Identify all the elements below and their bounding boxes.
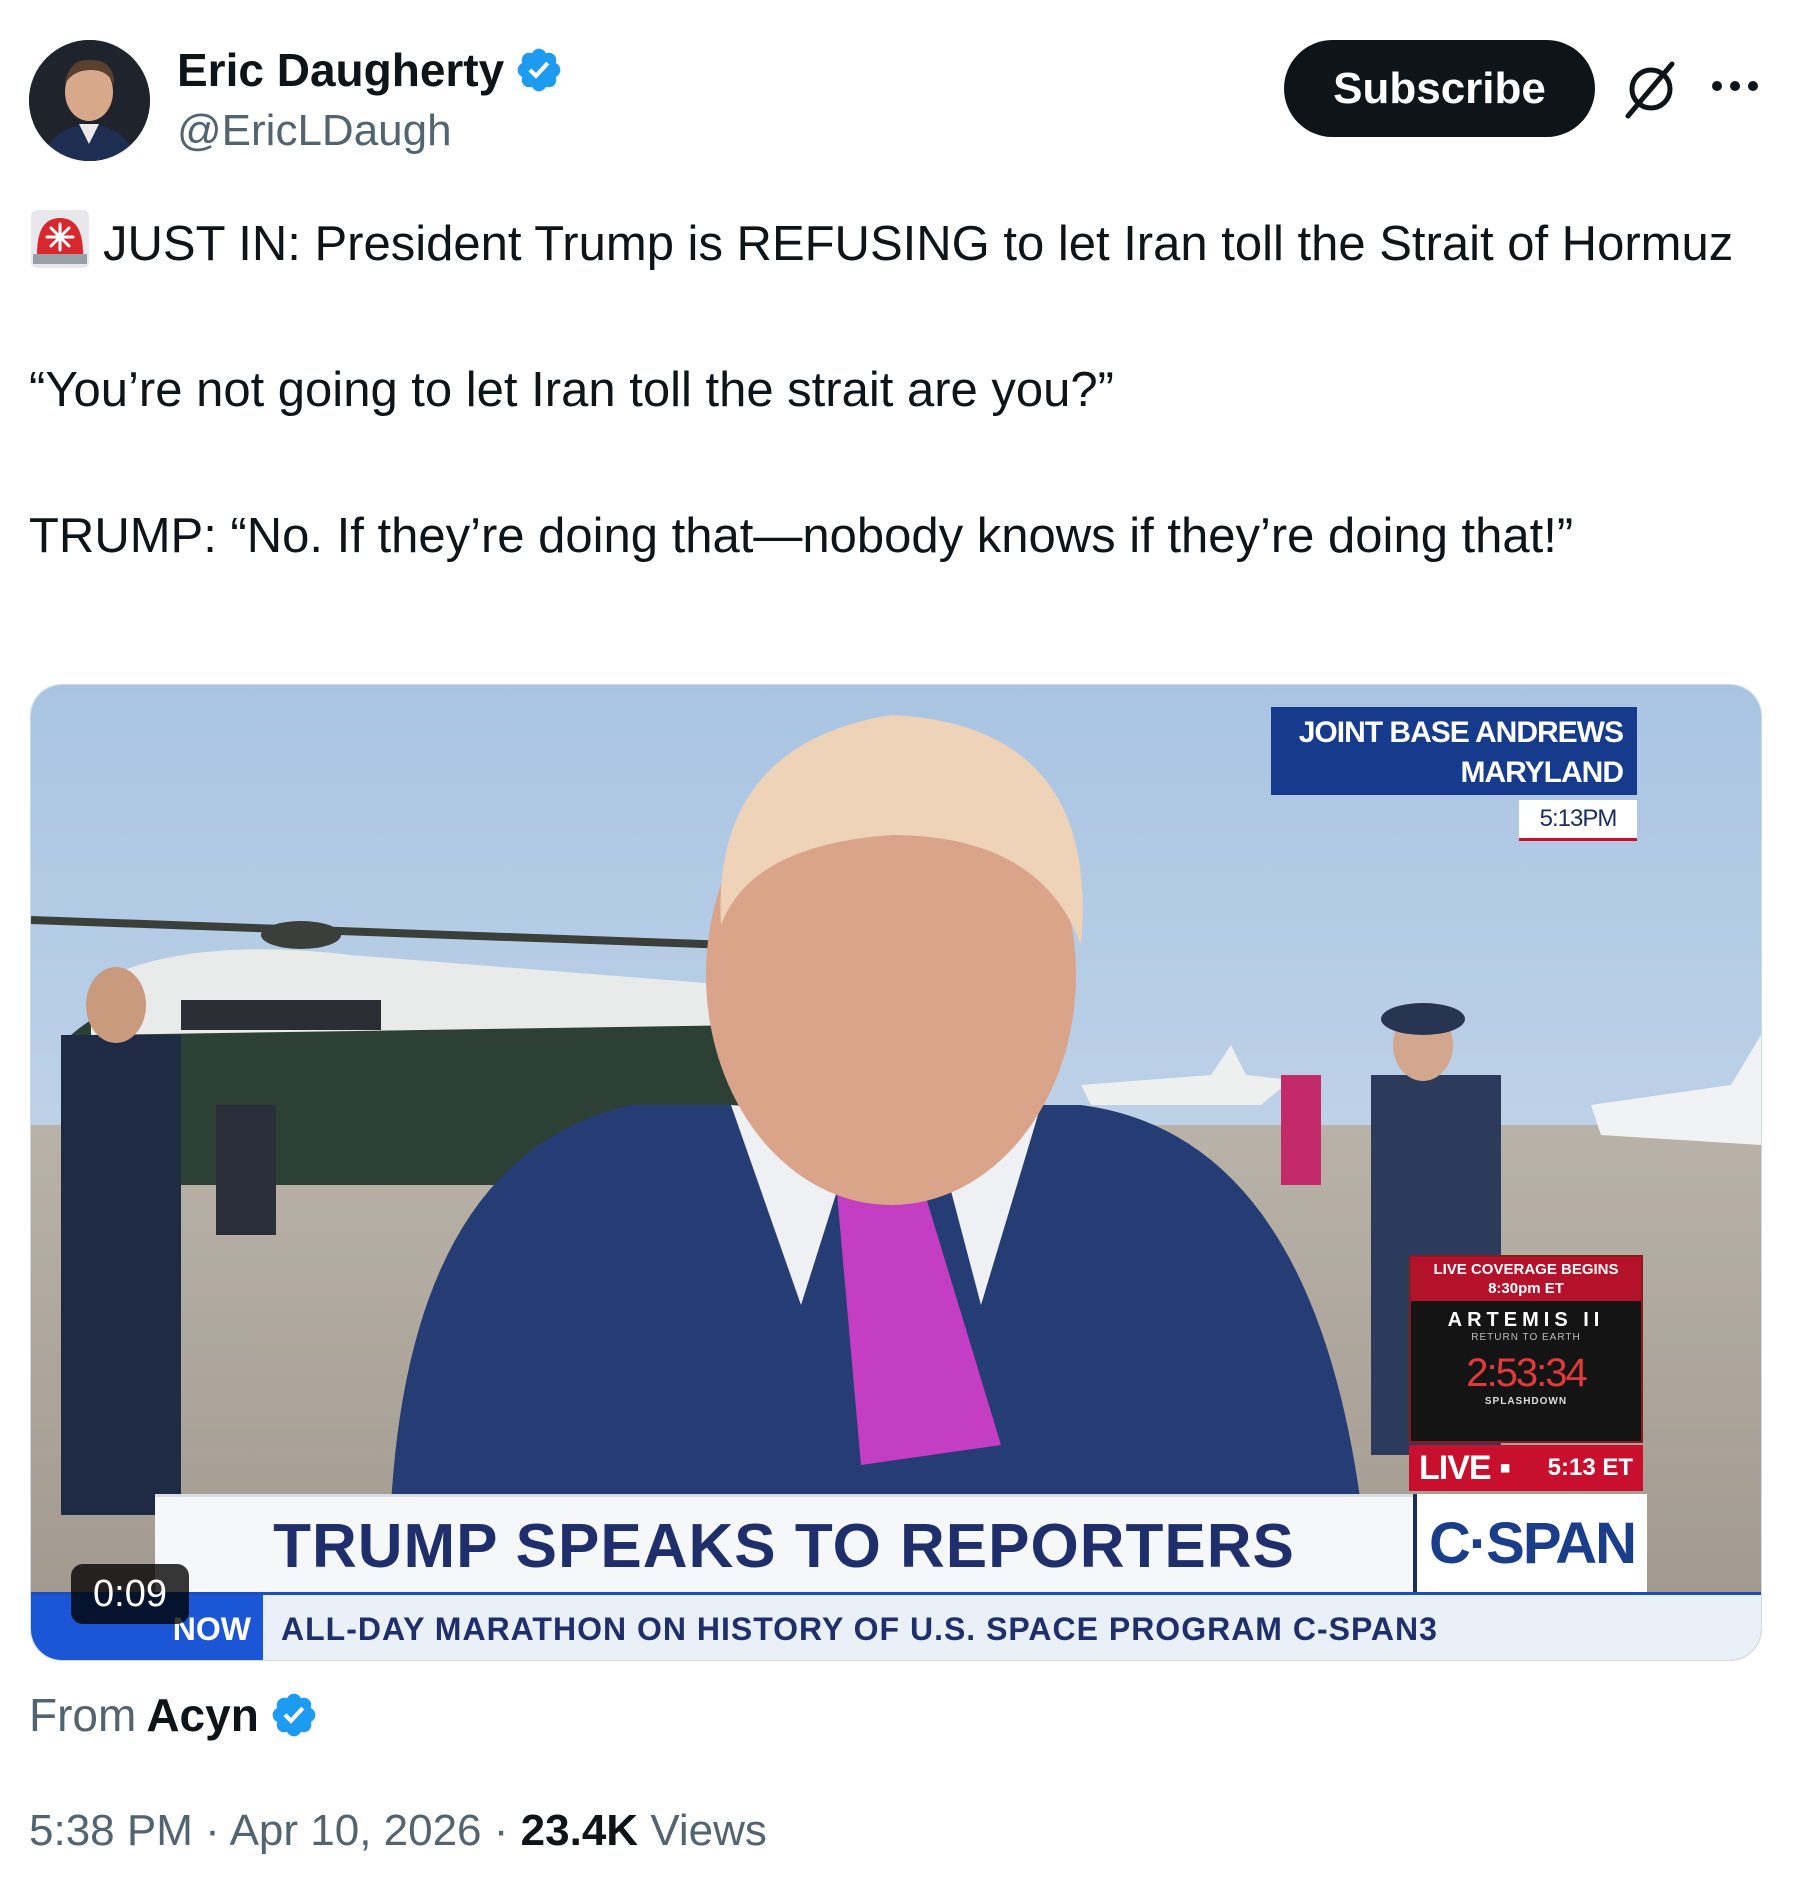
video-duration-badge: 0:09 bbox=[71, 1564, 189, 1624]
coverage-countdown: 2:53:34 bbox=[1466, 1351, 1587, 1395]
grok-icon[interactable] bbox=[1620, 58, 1682, 120]
author-handle[interactable]: @EricLDaugh bbox=[177, 106, 452, 156]
chyron: TRUMP SPEAKS TO REPORTERS bbox=[155, 1494, 1413, 1595]
location-line-2: MARYLAND bbox=[1460, 756, 1624, 789]
more-icon[interactable] bbox=[1708, 64, 1762, 108]
video-source: From Acyn bbox=[29, 1688, 319, 1742]
avatar-image bbox=[29, 40, 150, 161]
tweet-text: JUST IN: President Trump is REFUSING to … bbox=[29, 208, 1769, 573]
coverage-footer: SPLASHDOWN bbox=[1484, 1396, 1568, 1407]
location-line-1: JOINT BASE ANDREWS bbox=[1298, 716, 1624, 749]
video-player[interactable]: JOINT BASE ANDREWS MARYLAND 5:13PM LIVE … bbox=[30, 684, 1762, 1661]
location-overlay: JOINT BASE ANDREWS MARYLAND bbox=[1271, 707, 1637, 795]
location-time: 5:13PM bbox=[1519, 800, 1637, 841]
verified-badge-icon bbox=[272, 1693, 316, 1737]
chyron-text: TRUMP SPEAKS TO REPORTERS bbox=[273, 1511, 1295, 1581]
coverage-subtitle: RETURN TO EARTH bbox=[1471, 1332, 1581, 1343]
author-avatar[interactable] bbox=[29, 40, 150, 161]
subscribe-button[interactable]: Subscribe bbox=[1284, 40, 1595, 137]
tweet-line-1-text: JUST IN: President Trump is REFUSING to … bbox=[103, 217, 1734, 271]
network-logo-text: C·SPAN bbox=[1428, 1510, 1637, 1576]
rotating-light-icon bbox=[31, 210, 89, 268]
meta-separator: · bbox=[493, 1806, 521, 1855]
tweet-line-2: “You’re not going to let Iran toll the s… bbox=[29, 363, 1114, 417]
source-account-link[interactable]: Acyn bbox=[146, 1688, 258, 1742]
ticker-text: ALL-DAY MARATHON ON HISTORY OF U.S. SPAC… bbox=[281, 1610, 1438, 1647]
tweet-time[interactable]: 5:38 PM bbox=[29, 1806, 193, 1855]
tweet-date[interactable]: Apr 10, 2026 bbox=[230, 1806, 482, 1855]
coverage-title: ARTEMIS II bbox=[1447, 1309, 1605, 1331]
tweet-meta: 5:38 PM · Apr 10, 2026 · 23.4K Views bbox=[29, 1806, 767, 1856]
news-ticker: NOW ALL-DAY MARATHON ON HISTORY OF U.S. … bbox=[31, 1592, 1761, 1660]
live-label: LIVE ▪ bbox=[1419, 1448, 1511, 1487]
network-logo: C·SPAN bbox=[1413, 1494, 1647, 1592]
verified-badge-icon bbox=[517, 48, 561, 92]
views-count: 23.4K bbox=[520, 1806, 639, 1855]
meta-separator: · bbox=[205, 1806, 230, 1855]
author-name[interactable]: Eric Daugherty bbox=[177, 43, 564, 97]
coverage-header: LIVE COVERAGE BEGINS 8:30pm ET bbox=[1411, 1257, 1641, 1301]
source-prefix: From bbox=[29, 1689, 137, 1741]
tweet-line-3: TRUMP: “No. If they’re doing that—nobody… bbox=[29, 509, 1574, 563]
tweet-line-1: JUST IN: President Trump is REFUSING to … bbox=[29, 208, 1769, 281]
views-label: Views bbox=[650, 1806, 767, 1855]
live-indicator: LIVE ▪ 5:13 ET bbox=[1409, 1445, 1643, 1491]
coverage-overlay: LIVE COVERAGE BEGINS 8:30pm ET ARTEMIS I… bbox=[1409, 1255, 1643, 1443]
live-time: 5:13 ET bbox=[1547, 1454, 1633, 1481]
author-name-text[interactable]: Eric Daugherty bbox=[177, 43, 504, 97]
